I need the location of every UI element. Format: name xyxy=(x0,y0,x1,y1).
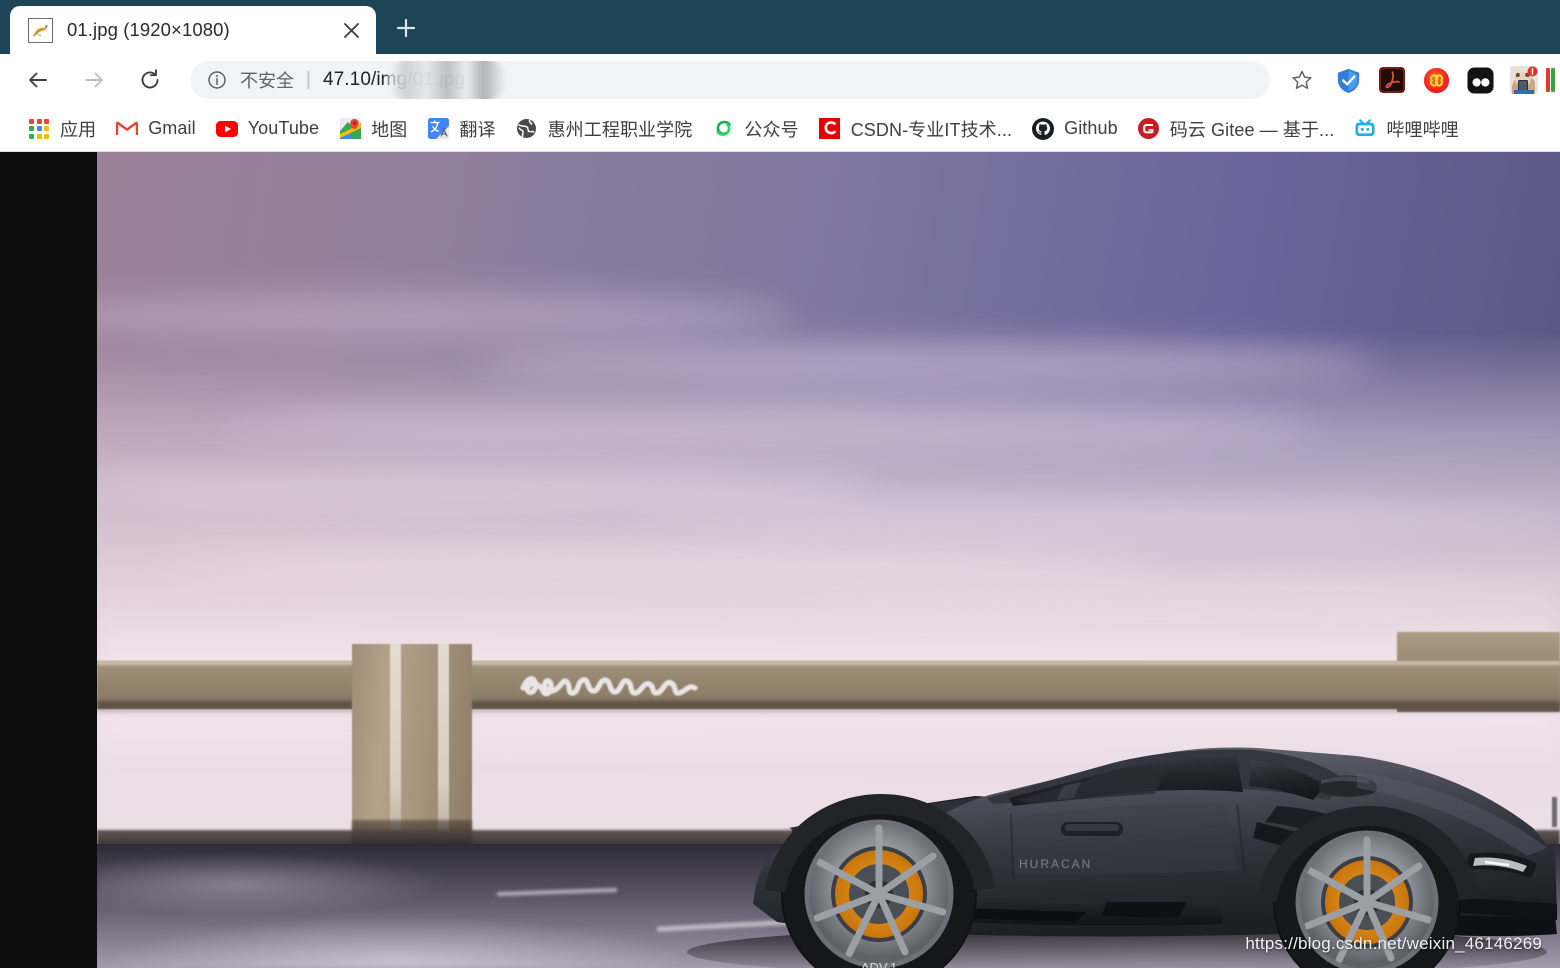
image-viewer[interactable]: ADV.1 HURACAN https://blog.csdn.net/weix… xyxy=(0,152,1560,968)
address-divider: | xyxy=(306,69,311,90)
svg-text:HURACAN: HURACAN xyxy=(1019,857,1092,871)
tab-title: 01.jpg (1920×1080) xyxy=(67,19,230,40)
browser-toolbar: 不安全 | 47.10 /img/01.jpg xyxy=(0,54,1560,106)
photo-content[interactable]: ADV.1 HURACAN https://blog.csdn.net/weix… xyxy=(97,152,1560,968)
sports-car: ADV.1 HURACAN xyxy=(657,622,1560,968)
bookmark-maps[interactable]: 地图 xyxy=(329,112,417,146)
bookmark-label: YouTube xyxy=(247,118,320,138)
gitee-icon xyxy=(1138,118,1160,140)
svg-text:ADV.1: ADV.1 xyxy=(861,960,897,968)
url-prefix-text: 47.10 xyxy=(322,69,371,90)
globe-icon xyxy=(516,118,538,140)
bookmark-label: 哔哩哔哩 xyxy=(1386,119,1459,140)
apps-grid-icon xyxy=(28,118,50,140)
tab-strip: 01.jpg (1920×1080) xyxy=(0,0,1560,54)
infinity-extension-icon[interactable] xyxy=(1414,58,1458,102)
arrow-right-icon xyxy=(85,72,103,88)
browser-tab-active[interactable]: 01.jpg (1920×1080) xyxy=(10,6,376,54)
adobe-acrobat-extension-icon[interactable] xyxy=(1370,58,1414,102)
bookmark-github[interactable]: Github xyxy=(1022,112,1128,146)
arrow-left-icon xyxy=(29,72,47,88)
bookmark-label: Gmail xyxy=(148,118,196,138)
security-status-text: 不安全 xyxy=(240,71,294,91)
bookmark-apps[interactable]: 应用 xyxy=(18,112,106,146)
extensions-area xyxy=(1326,58,1560,102)
back-button[interactable] xyxy=(18,60,58,100)
bookmark-gitee[interactable]: 码云 Gitee — 基于... xyxy=(1128,112,1345,146)
bookmark-label: 地图 xyxy=(371,119,408,140)
image-thumbnail-favicon xyxy=(28,17,53,43)
gmail-icon xyxy=(116,118,139,140)
watermark-text: https://blog.csdn.net/weixin_46146269 xyxy=(1245,934,1542,953)
bookmark-label: CSDN-专业IT技术... xyxy=(850,119,1013,140)
plus-icon xyxy=(396,18,416,38)
github-icon xyxy=(1032,117,1055,140)
bookmark-bilibili[interactable]: 哔哩哔哩 xyxy=(1344,112,1468,146)
bookmark-csdn[interactable]: CSDN-专业IT技术... xyxy=(809,112,1022,146)
cloud-streak xyxy=(97,472,877,506)
bookmark-gmail[interactable]: Gmail xyxy=(106,112,206,146)
csdn-icon xyxy=(819,118,841,140)
bookmark-label: 公众号 xyxy=(744,119,799,140)
bookmark-label: 应用 xyxy=(60,119,97,140)
shield-extension-icon[interactable] xyxy=(1326,58,1370,102)
pillar-stripe-right xyxy=(438,644,449,844)
bookmark-label: 惠州工程职业学院 xyxy=(547,119,693,140)
cloud-streak xyxy=(217,407,1317,447)
url-redaction-blur xyxy=(386,61,508,99)
bookmark-star-button[interactable] xyxy=(1282,60,1322,100)
bookmark-label: 码云 Gitee — 基于... xyxy=(1169,119,1335,140)
new-tab-button[interactable] xyxy=(386,8,426,48)
bookmark-wechat-official[interactable]: 公众号 xyxy=(702,112,808,146)
bookmark-youtube[interactable]: YouTube xyxy=(206,112,329,146)
bookmark-huizhou-college[interactable]: 惠州工程职业学院 xyxy=(506,112,703,146)
profile-avatar-icon[interactable] xyxy=(1502,58,1546,102)
info-circle-icon[interactable] xyxy=(206,70,228,90)
wechat-official-icon xyxy=(712,118,734,140)
bookmarks-bar: 应用 Gmail YouTube 地图 翻译 惠州工程职业学院 公众号 CSDN… xyxy=(0,106,1560,152)
clipped-extension-icon[interactable] xyxy=(1546,58,1558,102)
google-maps-icon xyxy=(339,118,361,140)
address-bar[interactable]: 不安全 | 47.10 /img/01.jpg xyxy=(190,61,1270,99)
youtube-icon xyxy=(215,118,238,140)
bookmark-label: 翻译 xyxy=(459,119,496,140)
cloud-streak xyxy=(477,342,1377,386)
cloud-streak xyxy=(637,504,1560,534)
reload-button[interactable] xyxy=(130,60,170,100)
bookmark-label: Github xyxy=(1064,118,1118,138)
concrete-pillar xyxy=(352,644,472,844)
pillar-stripe-left xyxy=(390,644,401,844)
bookmark-translate[interactable]: 翻译 xyxy=(417,112,505,146)
bilibili-icon xyxy=(1354,118,1376,140)
browser-window: 01.jpg (1920×1080) 不安全 | 47.10 应用 Gmail … xyxy=(0,0,1560,968)
two-dots-extension-icon[interactable] xyxy=(1458,58,1502,102)
star-icon xyxy=(1292,70,1312,89)
google-translate-icon xyxy=(427,118,449,140)
close-icon[interactable] xyxy=(336,15,366,45)
reload-icon xyxy=(141,69,159,89)
forward-button xyxy=(74,60,114,100)
